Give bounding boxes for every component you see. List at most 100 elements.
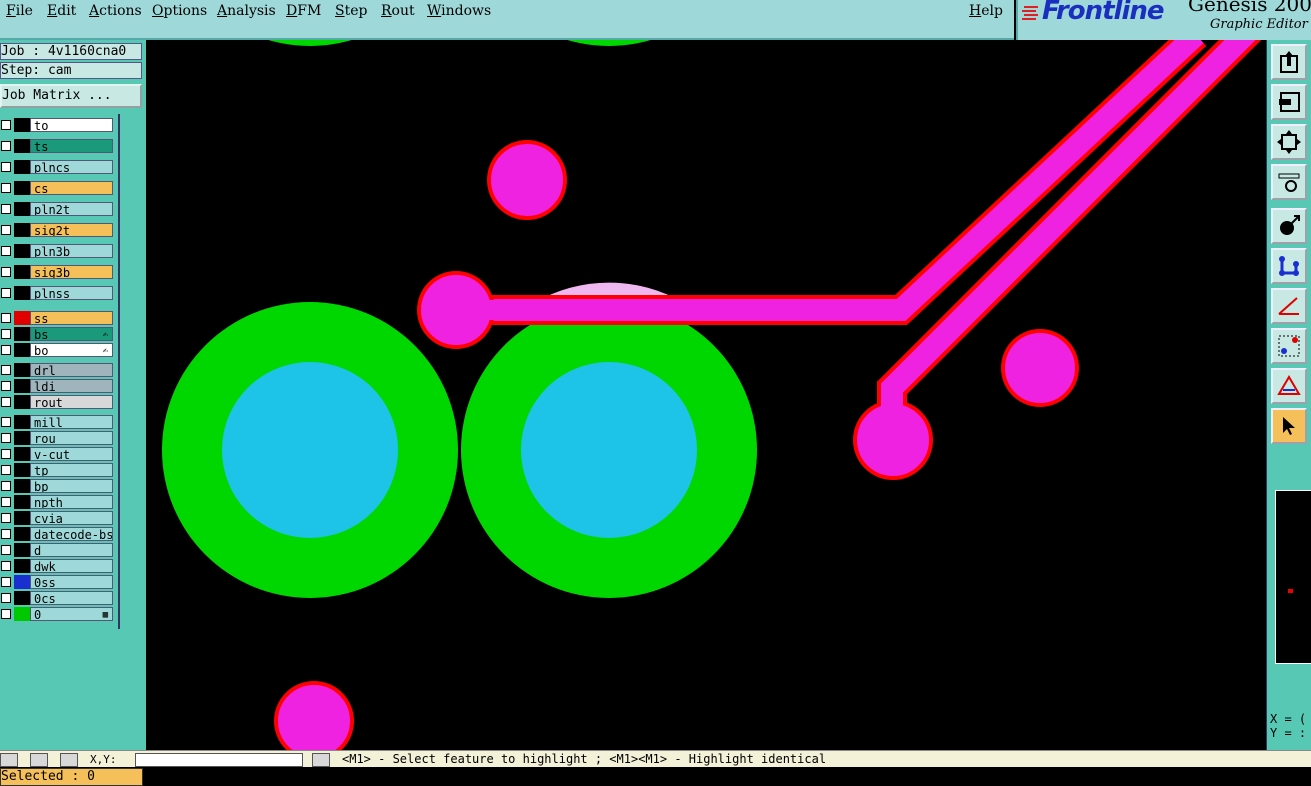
- layer-color-swatch[interactable]: [14, 118, 30, 132]
- layer-color-swatch[interactable]: [14, 395, 30, 409]
- layer-checkbox[interactable]: [1, 267, 11, 277]
- layer-checkbox[interactable]: [1, 141, 11, 151]
- zoom-back-button[interactable]: [1271, 84, 1307, 120]
- layer-row[interactable]: sig2t: [0, 223, 116, 237]
- menu-file[interactable]: File: [6, 3, 33, 19]
- layer-checkbox[interactable]: [1, 577, 11, 587]
- layer-name[interactable]: mill: [30, 415, 113, 429]
- layer-row[interactable]: 0 ▦: [0, 607, 116, 621]
- status-button-3[interactable]: [60, 753, 78, 767]
- layer-name[interactable]: drl: [30, 363, 113, 377]
- pad-hole-right[interactable]: [521, 362, 697, 538]
- layer-row[interactable]: tp: [0, 463, 116, 477]
- net-button[interactable]: [1271, 248, 1307, 284]
- layer-color-swatch[interactable]: [14, 181, 30, 195]
- status-button-1[interactable]: [0, 753, 18, 767]
- layer-color-swatch[interactable]: [14, 591, 30, 605]
- layer-row[interactable]: plnss: [0, 286, 116, 300]
- layer-checkbox[interactable]: [1, 204, 11, 214]
- layer-checkbox[interactable]: [1, 120, 11, 130]
- layer-color-swatch[interactable]: [14, 202, 30, 216]
- layer-row[interactable]: bs ✍: [0, 327, 116, 341]
- select-region-button[interactable]: [1271, 328, 1307, 364]
- layer-color-swatch[interactable]: [14, 575, 30, 589]
- layer-checkbox[interactable]: [1, 529, 11, 539]
- layer-color-swatch[interactable]: [14, 343, 30, 357]
- zoom-home-button[interactable]: [1271, 44, 1307, 80]
- layer-name[interactable]: ss: [30, 311, 113, 325]
- layer-name[interactable]: tp: [30, 463, 113, 477]
- layer-name[interactable]: npth: [30, 495, 113, 509]
- angle-button[interactable]: [1271, 288, 1307, 324]
- layer-checkbox[interactable]: [1, 183, 11, 193]
- status-button-2[interactable]: [30, 753, 48, 767]
- layer-name[interactable]: 0ss: [30, 575, 113, 589]
- layer-color-swatch[interactable]: [14, 379, 30, 393]
- layer-row[interactable]: ts: [0, 139, 116, 153]
- layer-row[interactable]: 0ss: [0, 575, 116, 589]
- layer-name[interactable]: v-cut: [30, 447, 113, 461]
- layer-checkbox[interactable]: [1, 513, 11, 523]
- layer-name[interactable]: bs ✍: [30, 327, 113, 341]
- layer-color-swatch[interactable]: [14, 311, 30, 325]
- layer-color-swatch[interactable]: [14, 286, 30, 300]
- layer-color-swatch[interactable]: [14, 559, 30, 573]
- layer-row[interactable]: npth: [0, 495, 116, 509]
- layer-checkbox[interactable]: [1, 225, 11, 235]
- via-pad[interactable]: [274, 681, 354, 750]
- layer-checkbox[interactable]: [1, 397, 11, 407]
- fit-screen-button[interactable]: [1271, 124, 1307, 160]
- layer-color-swatch[interactable]: [14, 447, 30, 461]
- layer-row[interactable]: cvia: [0, 511, 116, 525]
- layer-color-swatch[interactable]: [14, 415, 30, 429]
- layer-row[interactable]: d: [0, 543, 116, 557]
- layer-color-swatch[interactable]: [14, 479, 30, 493]
- layer-row[interactable]: rou: [0, 431, 116, 445]
- layer-color-swatch[interactable]: [14, 543, 30, 557]
- menu-dfm[interactable]: DFM: [286, 3, 321, 19]
- pointer-button[interactable]: [1271, 408, 1307, 444]
- layer-name[interactable]: ldi: [30, 379, 113, 393]
- layer-color-swatch[interactable]: [14, 244, 30, 258]
- pad-hole-left[interactable]: [222, 362, 398, 538]
- layer-color-swatch[interactable]: [14, 607, 30, 621]
- layer-color-swatch[interactable]: [14, 160, 30, 174]
- layer-checkbox[interactable]: [1, 449, 11, 459]
- layer-checkbox[interactable]: [1, 313, 11, 323]
- menu-help[interactable]: Help: [969, 3, 1003, 19]
- via-pad[interactable]: [487, 140, 567, 220]
- layer-color-swatch[interactable]: [14, 327, 30, 341]
- layer-checkbox[interactable]: [1, 433, 11, 443]
- layer-row[interactable]: plncs: [0, 160, 116, 174]
- layer-checkbox[interactable]: [1, 545, 11, 555]
- triangle-button[interactable]: [1271, 368, 1307, 404]
- layer-checkbox[interactable]: [1, 593, 11, 603]
- graphic-canvas[interactable]: [146, 40, 1266, 750]
- layer-row[interactable]: mill: [0, 415, 116, 429]
- layer-checkbox[interactable]: [1, 481, 11, 491]
- overview-map[interactable]: [1275, 490, 1311, 664]
- layer-checkbox[interactable]: [1, 465, 11, 475]
- layer-checkbox[interactable]: [1, 417, 11, 427]
- layer-name[interactable]: plncs: [30, 160, 113, 174]
- layer-color-swatch[interactable]: [14, 463, 30, 477]
- layer-row[interactable]: rout: [0, 395, 116, 409]
- layer-row[interactable]: bp: [0, 479, 116, 493]
- layer-row[interactable]: cs: [0, 181, 116, 195]
- layer-name[interactable]: cs: [30, 181, 113, 195]
- menu-analysis[interactable]: Analysis: [217, 3, 276, 19]
- layer-checkbox[interactable]: [1, 561, 11, 571]
- snap-button[interactable]: [1271, 208, 1307, 244]
- layer-name[interactable]: bo ✍: [30, 343, 113, 357]
- menu-actions[interactable]: Actions: [89, 3, 142, 19]
- layer-row[interactable]: 0cs: [0, 591, 116, 605]
- layer-name[interactable]: ts: [30, 139, 113, 153]
- layer-name[interactable]: cvia: [30, 511, 113, 525]
- layer-name[interactable]: sig3b: [30, 265, 113, 279]
- layer-color-swatch[interactable]: [14, 431, 30, 445]
- menu-options[interactable]: Options: [152, 3, 207, 19]
- layer-row[interactable]: v-cut: [0, 447, 116, 461]
- layer-checkbox[interactable]: [1, 381, 11, 391]
- layer-checkbox[interactable]: [1, 365, 11, 375]
- layer-checkbox[interactable]: [1, 329, 11, 339]
